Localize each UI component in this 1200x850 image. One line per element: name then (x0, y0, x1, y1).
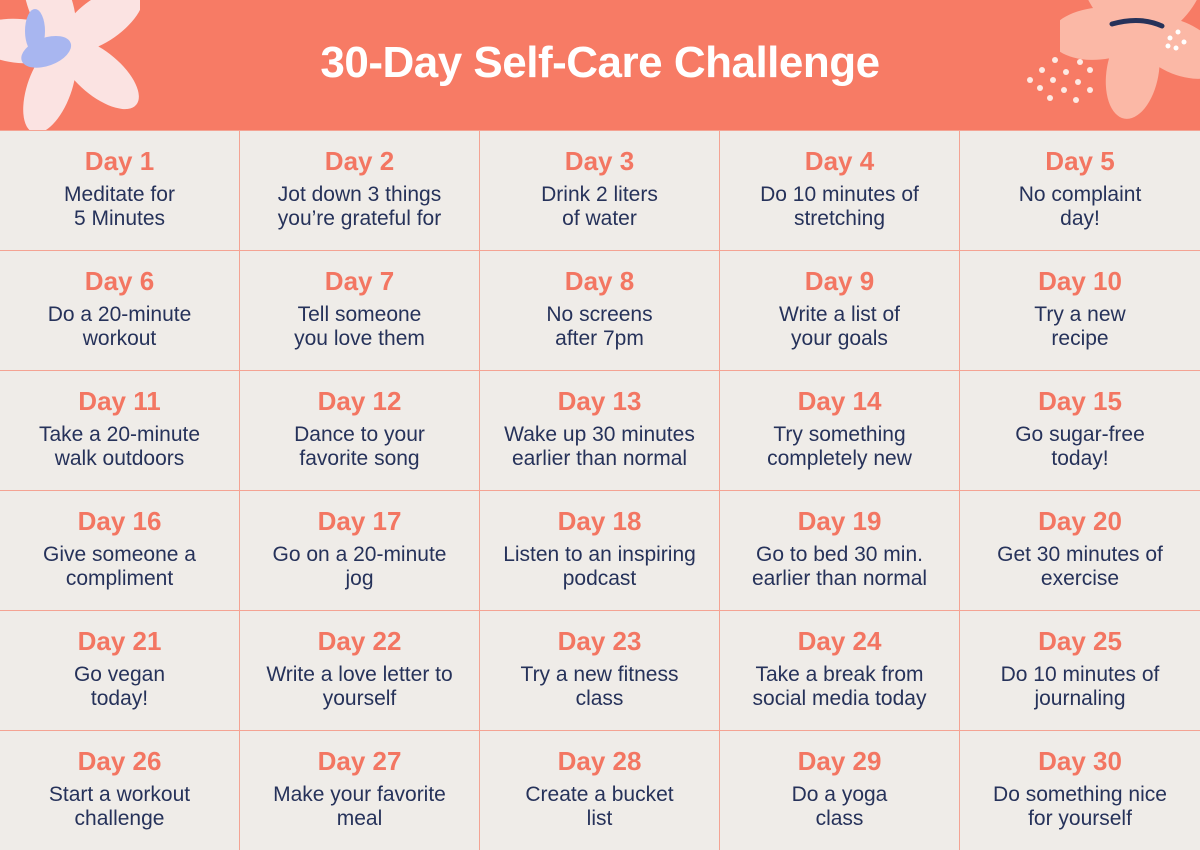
day-label: Day 28 (557, 746, 642, 776)
day-cell: Day 23 Try a new fitness class (480, 611, 720, 731)
day-label: Day 11 (78, 386, 161, 416)
day-cell: Day 2 Jot down 3 things you’re grateful f… (240, 131, 480, 251)
day-label: Day 21 (77, 626, 162, 656)
day-label: Day 19 (797, 506, 882, 536)
day-label: Day 14 (797, 386, 882, 416)
day-label: Day 29 (797, 746, 882, 776)
day-label: Day 15 (1038, 386, 1122, 416)
day-label: Day 18 (557, 506, 642, 536)
day-cell: Day 21 Go vegan today! (0, 611, 240, 731)
day-label: Day 10 (1038, 266, 1122, 296)
day-label: Day 7 (324, 266, 395, 296)
day-task: No complaint day! (1018, 183, 1142, 230)
day-task: Go sugar-free today! (1015, 423, 1145, 470)
day-cell: Day 25 Do 10 minutes of journaling (960, 611, 1200, 731)
day-cell: Day 10 Try a new recipe (960, 251, 1200, 371)
day-task: Try a new fitness class (520, 663, 679, 710)
day-label: Day 5 (1045, 146, 1115, 176)
day-label: Day 24 (797, 626, 882, 656)
day-cell: Day 8 No screens after 7pm (480, 251, 720, 371)
day-cell: Day 5 No complaint day! (960, 131, 1200, 251)
day-label: Day 3 (564, 146, 635, 176)
day-cell: Day 22 Write a love letter to yourself (240, 611, 480, 731)
day-cell: Day 7 Tell someone you love them (240, 251, 480, 371)
day-label: Day 2 (324, 146, 395, 176)
day-task: Go vegan today! (73, 663, 166, 710)
day-task: Dance to your favorite song (294, 423, 425, 470)
day-label: Day 25 (1038, 626, 1122, 656)
day-cell: Day 3 Drink 2 liters of water (480, 131, 720, 251)
day-task: No screens after 7pm (546, 303, 653, 350)
day-task: Do 10 minutes of stretching (760, 183, 919, 230)
day-task: Do 10 minutes of journaling (1000, 663, 1160, 710)
day-task: Do a 20-minute workout (47, 303, 192, 350)
day-cell: Day 20 Get 30 minutes of exercise (960, 491, 1200, 611)
day-cell: Day 16 Give someone a compliment (0, 491, 240, 611)
day-task: Start a workout challenge (48, 783, 191, 830)
day-cell: Day 28 Create a bucket list (480, 731, 720, 850)
day-task: Take a 20-minute walk outdoors (38, 423, 201, 470)
day-label: Day 4 (804, 146, 875, 176)
day-cell: Day 18 Listen to an inspiring podcast (480, 491, 720, 611)
day-task: Try a new recipe (1034, 303, 1126, 350)
day-label: Day 8 (564, 266, 635, 296)
day-cell: Day 29 Do a yoga class (720, 731, 960, 850)
day-label: Day 17 (317, 506, 402, 536)
day-task: Create a bucket list (525, 783, 674, 830)
day-label: Day 27 (317, 746, 402, 776)
day-task: Give someone a compliment (43, 543, 196, 590)
day-label: Day 16 (77, 506, 162, 536)
challenge-grid: Day 1 Meditate for 5 Minutes Day 2 Jot down… (0, 130, 1200, 850)
challenge-page: 30-Day Self-Care Challenge Day 1 Meditate… (0, 0, 1200, 850)
day-cell: Day 6 Do a 20-minute workout (0, 251, 240, 371)
day-label: Day 13 (557, 386, 642, 416)
day-task: Try something completely new (767, 423, 912, 470)
day-label: Day 1 (84, 146, 155, 176)
header-banner: 30-Day Self-Care Challenge (0, 0, 1200, 130)
day-label: Day 23 (557, 626, 642, 656)
day-task: Tell someone you love them (294, 303, 425, 350)
day-cell: Day 12 Dance to your favorite song (240, 371, 480, 491)
day-task: Drink 2 liters of water (541, 183, 658, 230)
day-cell: Day 17 Go on a 20-minute jog (240, 491, 480, 611)
day-label: Day 26 (77, 746, 162, 776)
page-title: 30-Day Self-Care Challenge (320, 38, 880, 87)
day-cell: Day 24 Take a break from social media tod… (720, 611, 960, 731)
day-label: Day 6 (84, 266, 155, 296)
day-task: Meditate for 5 Minutes (64, 183, 175, 230)
day-cell: Day 1 Meditate for 5 Minutes (0, 131, 240, 251)
day-task: Go to bed 30 min. earlier than normal (751, 543, 928, 590)
day-task: Do something nice for yourself (993, 783, 1167, 830)
day-cell: Day 9 Write a list of your goals (720, 251, 960, 371)
day-task: Make your favorite meal (273, 783, 446, 830)
day-cell: Day 30 Do something nice for yourself (960, 731, 1200, 850)
day-task: Write a list of your goals (779, 303, 900, 350)
day-task: Wake up 30 minutes earlier than normal (504, 423, 695, 470)
day-task: Write a love letter to yourself (266, 663, 453, 710)
day-label: Day 9 (804, 266, 875, 296)
day-cell: Day 27 Make your favorite meal (240, 731, 480, 850)
day-task: Take a break from social media today (752, 663, 927, 710)
day-cell: Day 4 Do 10 minutes of stretching (720, 131, 960, 251)
day-cell: Day 14 Try something completely new (720, 371, 960, 491)
day-label: Day 12 (317, 386, 402, 416)
day-task: Do a yoga class (791, 783, 888, 830)
day-cell: Day 13 Wake up 30 minutes earlier than no… (480, 371, 720, 491)
day-label: Day 30 (1038, 746, 1122, 776)
day-cell: Day 11 Take a 20-minute walk outdoors (0, 371, 240, 491)
day-cell: Day 15 Go sugar-free today! (960, 371, 1200, 491)
day-task: Jot down 3 things you’re grateful for (277, 183, 442, 230)
day-task: Listen to an inspiring podcast (503, 543, 696, 590)
day-cell: Day 19 Go to bed 30 min. earlier than nor… (720, 491, 960, 611)
day-task: Get 30 minutes of exercise (997, 543, 1163, 590)
day-label: Day 20 (1038, 506, 1122, 536)
day-task: Go on a 20-minute jog (272, 543, 447, 590)
day-label: Day 22 (317, 626, 402, 656)
day-cell: Day 26 Start a workout challenge (0, 731, 240, 850)
